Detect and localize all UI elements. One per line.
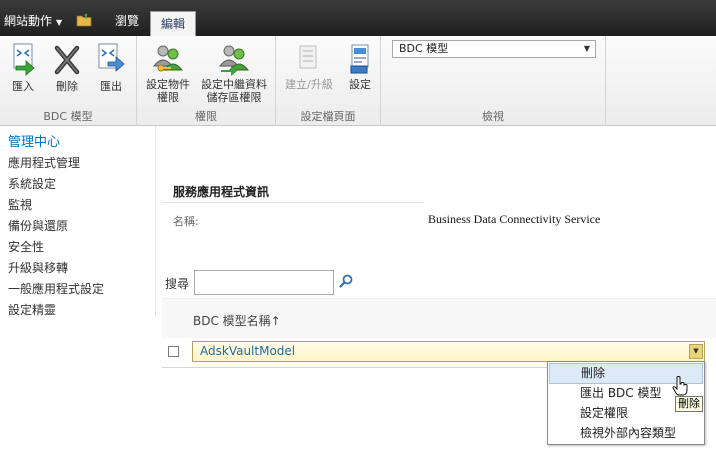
ribbon-group-label-view: 檢視 <box>482 110 504 123</box>
settings-page-icon <box>350 44 369 74</box>
delete-label: 刪除 <box>56 80 78 93</box>
set-metadata-store-permissions-button[interactable]: 設定中繼資料 儲存區權限 <box>195 42 273 104</box>
tab-edit[interactable]: 編輯 <box>150 11 196 36</box>
profile-settings-label: 設定 <box>349 78 371 91</box>
site-actions-menu[interactable]: 網站動作 ▼ <box>4 12 62 29</box>
ribbon-group-profile-pages: 建立/升級 設定 設定檔頁面 <box>276 36 381 126</box>
row-checkbox[interactable] <box>168 346 179 357</box>
nav-item-upgrade-migration[interactable]: 升級與移轉 <box>0 258 155 279</box>
set-object-permissions-label-2: 權限 <box>157 91 179 104</box>
top-bar: 網站動作 ▼ 瀏覽 編輯 <box>0 0 716 36</box>
name-value: Business Data Connectivity Service <box>428 212 601 226</box>
tooltip: 刪除 <box>675 396 703 412</box>
import-label: 匯入 <box>12 80 34 93</box>
row-model-name[interactable]: AdskVaultModel <box>200 344 295 358</box>
section-title: 服務應用程式資訊 <box>173 185 270 199</box>
chevron-down-icon: ▼ <box>583 44 590 53</box>
site-actions-label: 網站動作 <box>4 14 53 28</box>
row-menu-chevron-icon[interactable]: ▼ <box>689 344 703 359</box>
ribbon-group-bdc-models: 匯入 刪除 匯出 BDC 模型 <box>0 36 137 126</box>
users-lock-icon <box>218 45 250 76</box>
import-button[interactable]: 匯入 <box>6 42 40 93</box>
delete-x-icon <box>54 45 80 75</box>
nav-item-system-settings[interactable]: 系統設定 <box>0 174 155 195</box>
export-button[interactable]: 匯出 <box>94 42 128 93</box>
profile-settings-button[interactable]: 設定 <box>344 42 376 91</box>
view-select-value: BDC 模型 <box>399 42 449 55</box>
row-divider <box>162 367 548 368</box>
ribbon-group-label-profile: 設定檔頁面 <box>300 110 356 123</box>
nav-item-monitoring[interactable]: 監視 <box>0 195 155 216</box>
export-label: 匯出 <box>100 80 122 93</box>
nav-heading-central-admin[interactable]: 管理中心 <box>0 131 155 150</box>
nav-item-application-management[interactable]: 應用程式管理 <box>0 153 155 174</box>
nav-item-security[interactable]: 安全性 <box>0 237 155 258</box>
ribbon-group-label-bdc: BDC 模型 <box>43 110 93 123</box>
section-divider <box>162 202 424 203</box>
nav-item-general-app-settings[interactable]: 一般應用程式設定 <box>0 279 155 300</box>
users-key-icon <box>152 45 184 72</box>
ribbon: 匯入 刪除 匯出 BDC 模型 設定物件 權限 設定中繼資料 儲存區權限 權限 … <box>0 36 716 126</box>
nav-divider <box>155 126 156 316</box>
table-row[interactable]: AdskVaultModel ▼ <box>192 341 705 362</box>
name-label: 名稱: <box>173 215 199 228</box>
set-metadata-store-permissions-label-2: 儲存區權限 <box>206 91 262 104</box>
navigate-up-folder-icon[interactable] <box>76 13 92 30</box>
chevron-down-icon: ▼ <box>56 18 63 27</box>
search-input[interactable] <box>194 270 334 295</box>
column-header-bdc-model-name[interactable]: BDC 模型名稱↑ <box>193 312 281 329</box>
set-object-permissions-button[interactable]: 設定物件 權限 <box>142 42 194 104</box>
search-icon[interactable] <box>339 274 353 291</box>
delete-button[interactable]: 刪除 <box>50 42 84 93</box>
menu-item-view-external-content-types[interactable]: 檢視外部內容類型 <box>548 423 704 444</box>
export-icon <box>98 43 125 72</box>
search-label: 搜尋 <box>165 277 190 291</box>
create-upgrade-label: 建立/升級 <box>285 78 333 91</box>
ribbon-group-label-permissions: 權限 <box>195 110 217 123</box>
import-icon <box>13 43 35 76</box>
ribbon-group-permissions: 設定物件 權限 設定中繼資料 儲存區權限 權限 <box>137 36 276 126</box>
nav-item-backup-restore[interactable]: 備份與還原 <box>0 216 155 237</box>
left-navigation: 管理中心 應用程式管理 系統設定 監視 備份與還原 安全性 升級與移轉 一般應用… <box>0 131 155 321</box>
nav-item-config-wizards[interactable]: 設定精靈 <box>0 300 155 321</box>
set-metadata-store-permissions-label-1: 設定中繼資料 <box>201 78 267 91</box>
view-select[interactable]: BDC 模型 ▼ <box>392 40 596 58</box>
create-upgrade-icon <box>299 45 317 69</box>
set-object-permissions-label-1: 設定物件 <box>146 78 190 91</box>
tab-browse[interactable]: 瀏覽 <box>115 12 139 29</box>
create-upgrade-button[interactable]: 建立/升級 <box>282 42 336 91</box>
